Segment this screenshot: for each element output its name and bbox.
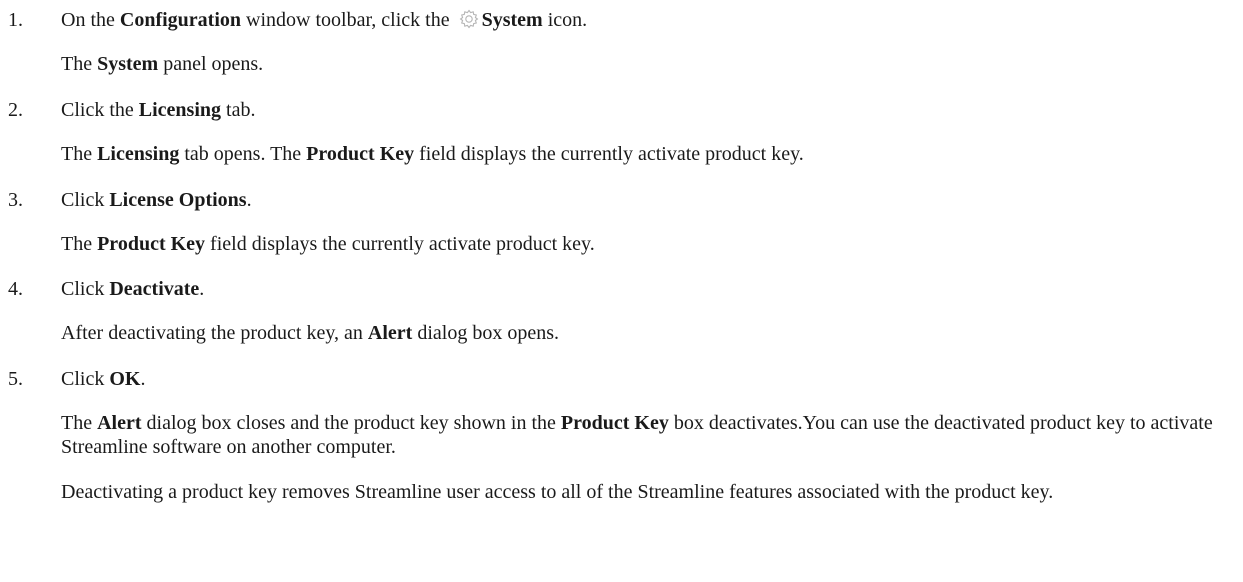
ui-term: OK bbox=[109, 368, 141, 390]
step-instruction: Click Deactivate. bbox=[61, 278, 205, 300]
ui-term: Deactivate bbox=[109, 278, 200, 300]
step-number: 5. bbox=[8, 368, 23, 390]
step-5-result: The Alert dialog box closes and the prod… bbox=[61, 412, 1213, 458]
step-instruction: Click OK. bbox=[61, 368, 146, 390]
step-number: 1. bbox=[8, 9, 23, 31]
step-number: 3. bbox=[8, 189, 23, 211]
ui-term: Product Key bbox=[97, 233, 206, 255]
ui-term: System bbox=[481, 9, 543, 31]
ui-term: Product Key bbox=[560, 412, 669, 434]
ui-term: Alert bbox=[367, 322, 413, 344]
ui-term: Alert bbox=[97, 412, 142, 434]
ui-term: Licensing bbox=[97, 143, 180, 165]
step-instruction: On the Configuration window toolbar, cli… bbox=[61, 8, 588, 31]
ui-term: System bbox=[97, 53, 159, 75]
step-instruction: Click the Licensing tab. bbox=[61, 99, 256, 121]
ui-term: Licensing bbox=[138, 99, 222, 121]
step-5-note: Deactivating a product key removes Strea… bbox=[61, 481, 1054, 503]
ui-term: License Options bbox=[109, 189, 247, 211]
step-instruction: Click License Options. bbox=[61, 189, 252, 211]
gear-icon bbox=[458, 8, 480, 30]
step-number: 4. bbox=[8, 278, 23, 300]
ui-term: Product Key bbox=[306, 143, 415, 165]
ui-term: Configuration bbox=[119, 9, 242, 31]
step-number: 2. bbox=[8, 99, 23, 121]
